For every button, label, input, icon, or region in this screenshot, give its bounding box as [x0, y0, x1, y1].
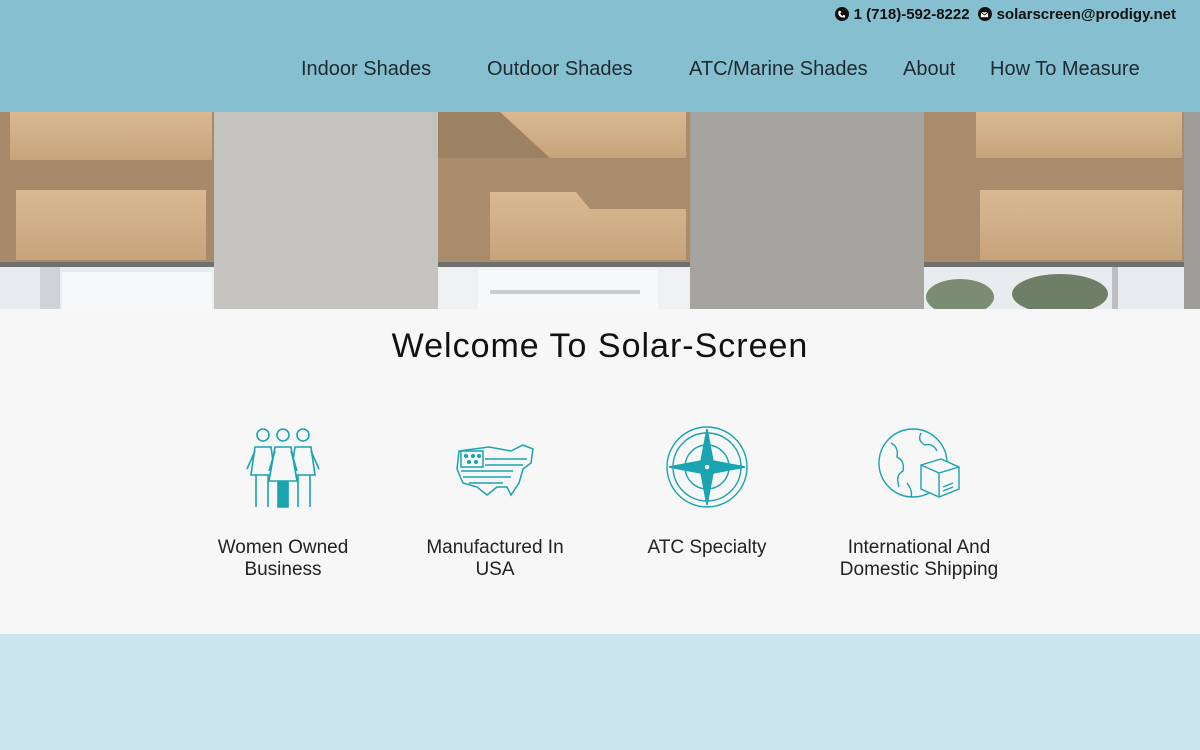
globe-box-icon [878, 428, 960, 498]
feature-women-owned: Women Owned Business [193, 425, 373, 581]
women-group-icon [246, 428, 320, 508]
main-nav: Indoor Shades Outdoor Shades ATC/Marine … [0, 58, 1200, 84]
usa-map-icon [456, 444, 534, 497]
welcome-section: Welcome To Solar-Screen Women Owned Busi… [0, 309, 1200, 634]
phone-contact[interactable]: 1 (718)-592-8222 [834, 5, 970, 23]
envelope-icon [977, 7, 992, 21]
phone-icon [834, 7, 849, 21]
email-contact[interactable]: solarscreen@prodigy.net [977, 5, 1176, 23]
compass-star-icon [666, 426, 748, 508]
feature-label: Manufactured In USA [426, 537, 564, 580]
footer-band [0, 634, 1200, 750]
nav-how-to-measure[interactable]: How To Measure [990, 58, 1140, 81]
feature-label: International And Domestic Shipping [839, 537, 999, 580]
site-header: 1 (718)-592-8222 solarscreen@prodigy.net… [0, 0, 1200, 112]
feature-label: ATC Specialty [647, 537, 767, 558]
feature-atc-specialty: ATC Specialty [617, 425, 797, 559]
phone-number: 1 (718)-592-8222 [853, 5, 970, 23]
contact-bar: 1 (718)-592-8222 solarscreen@prodigy.net [834, 4, 1176, 24]
hero-banner [0, 112, 1200, 309]
feature-made-in-usa: Manufactured In USA [405, 425, 585, 581]
nav-outdoor-shades[interactable]: Outdoor Shades [487, 58, 633, 81]
roller-shades-photo [0, 112, 1200, 309]
nav-atc-marine-shades[interactable]: ATC/Marine Shades [689, 58, 868, 81]
nav-about[interactable]: About [903, 58, 955, 81]
feature-shipping: International And Domestic Shipping [829, 425, 1009, 581]
page-title: Welcome To Solar-Screen [391, 327, 809, 365]
nav-indoor-shades[interactable]: Indoor Shades [301, 58, 431, 81]
feature-label: Women Owned Business [217, 537, 349, 580]
email-address: solarscreen@prodigy.net [996, 5, 1176, 23]
